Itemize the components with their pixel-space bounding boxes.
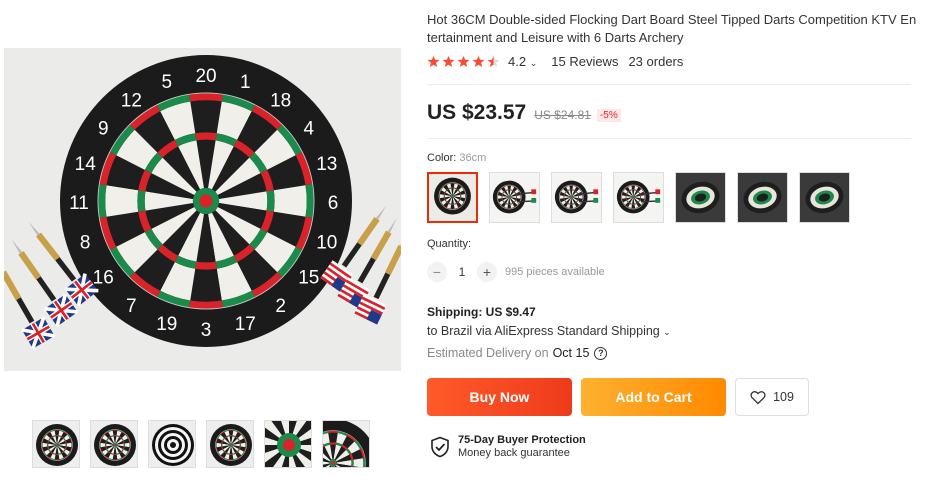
quantity-input[interactable]: 1 — [447, 265, 477, 279]
thumbnail-3[interactable] — [148, 420, 196, 468]
board-number: 1 — [240, 72, 251, 93]
divider — [427, 138, 911, 139]
board-number: 15 — [298, 268, 319, 289]
star-icon — [427, 55, 440, 68]
board-number: 14 — [75, 154, 96, 175]
protection-title: 75-Day Buyer Protection — [458, 434, 586, 446]
question-icon[interactable]: ? — [594, 346, 608, 360]
board-number: 2 — [275, 296, 286, 317]
thumbnail-1[interactable] — [32, 420, 80, 468]
reviews-link[interactable]: 15 Reviews — [551, 54, 618, 69]
color-swatch-7[interactable] — [799, 172, 850, 223]
thumbnail-2[interactable] — [90, 420, 138, 468]
board-number: 4 — [303, 118, 314, 139]
chevron-down-icon: ⌄ — [663, 327, 671, 337]
board-number: 3 — [201, 320, 212, 341]
star-icon — [442, 55, 455, 68]
shipping-method[interactable]: to Brazil via AliExpress Standard Shippi… — [427, 324, 671, 338]
color-swatch-2[interactable] — [489, 172, 540, 223]
wishlist-button[interactable]: 109 — [735, 378, 809, 416]
board-number: 17 — [235, 314, 256, 335]
board-number: 10 — [316, 232, 337, 253]
rating-row: 4.2 ⌄ 15 Reviews 23 orders — [427, 54, 683, 69]
color-value: 36cm — [459, 152, 487, 164]
heart-icon — [750, 390, 766, 404]
original-price: US $24.81 — [534, 108, 591, 122]
star-icon — [487, 55, 500, 68]
buy-now-button[interactable]: Buy Now — [427, 378, 572, 416]
orders-count: 23 orders — [628, 54, 684, 69]
board-number: 18 — [270, 90, 291, 111]
color-swatch-1[interactable] — [427, 172, 478, 223]
chevron-down-icon: ⌄ — [529, 58, 538, 68]
board-number: 5 — [161, 72, 172, 93]
quantity-label: Quantity: — [427, 238, 472, 250]
discount-badge: -5% — [596, 109, 621, 122]
color-swatch-6[interactable] — [737, 172, 788, 223]
current-price: US $23.57 — [427, 101, 527, 124]
buyer-protection: 75-Day Buyer Protection Money back guara… — [430, 434, 586, 459]
board-number: 8 — [80, 232, 91, 253]
quantity-decrease-button[interactable]: − — [427, 262, 447, 282]
thumbnail-6[interactable] — [322, 420, 370, 468]
color-swatch-4[interactable] — [613, 172, 664, 223]
thumbnail-4[interactable] — [206, 420, 254, 468]
shipping-cost: Shipping: US $9.47 — [427, 305, 536, 319]
dartboard-image: 20 1 18 413 6 10 15 2 17 3 19 7 168 11 149 12 5 — [4, 55, 401, 350]
image-gallery: 20 1 18 4 13 6 10 15 2 17 3 19 7 16 8 11 14 9 12 5 — [0, 0, 410, 501]
protection-subtitle: Money back guarantee — [458, 447, 570, 459]
thumbnail-5[interactable] — [264, 420, 312, 468]
price-row: US $23.57 US $24.81 -5% — [427, 101, 621, 125]
quantity-stepper: − 1 + 995 pieces available — [427, 262, 605, 282]
board-number: 7 — [126, 296, 137, 317]
color-swatches — [427, 172, 850, 223]
product-title: Hot 36CM Double-sided Flocking Dart Boar… — [427, 12, 917, 45]
rating-value[interactable]: 4.2 ⌄ — [508, 54, 537, 69]
board-number: 12 — [121, 90, 142, 111]
color-label: Color: 36cm — [427, 152, 487, 164]
board-number: 20 — [195, 66, 216, 87]
rating-stars — [427, 55, 500, 68]
add-to-cart-button[interactable]: Add to Cart — [581, 378, 726, 416]
thumbnail-strip — [32, 420, 370, 468]
main-product-image[interactable]: 20 1 18 4 13 6 10 15 2 17 3 19 7 16 8 11 14 9 12 5 — [4, 48, 401, 371]
quantity-increase-button[interactable]: + — [477, 262, 497, 282]
board-number: 13 — [316, 154, 337, 175]
board-number: 11 — [69, 193, 89, 214]
wishlist-count: 109 — [773, 390, 794, 404]
board-number: 9 — [98, 118, 109, 139]
star-icon — [457, 55, 470, 68]
board-number: 6 — [328, 193, 339, 214]
board-number: 16 — [93, 268, 114, 289]
estimated-delivery: Estimated Delivery on Oct 15 ? — [427, 346, 608, 360]
divider — [427, 84, 911, 85]
pieces-available: 995 pieces available — [505, 266, 605, 278]
color-swatch-5[interactable] — [675, 172, 726, 223]
color-swatch-3[interactable] — [551, 172, 602, 223]
star-icon — [472, 55, 485, 68]
delivery-date: Oct 15 — [552, 346, 590, 360]
board-number: 19 — [156, 314, 177, 335]
shield-check-icon — [431, 436, 449, 457]
